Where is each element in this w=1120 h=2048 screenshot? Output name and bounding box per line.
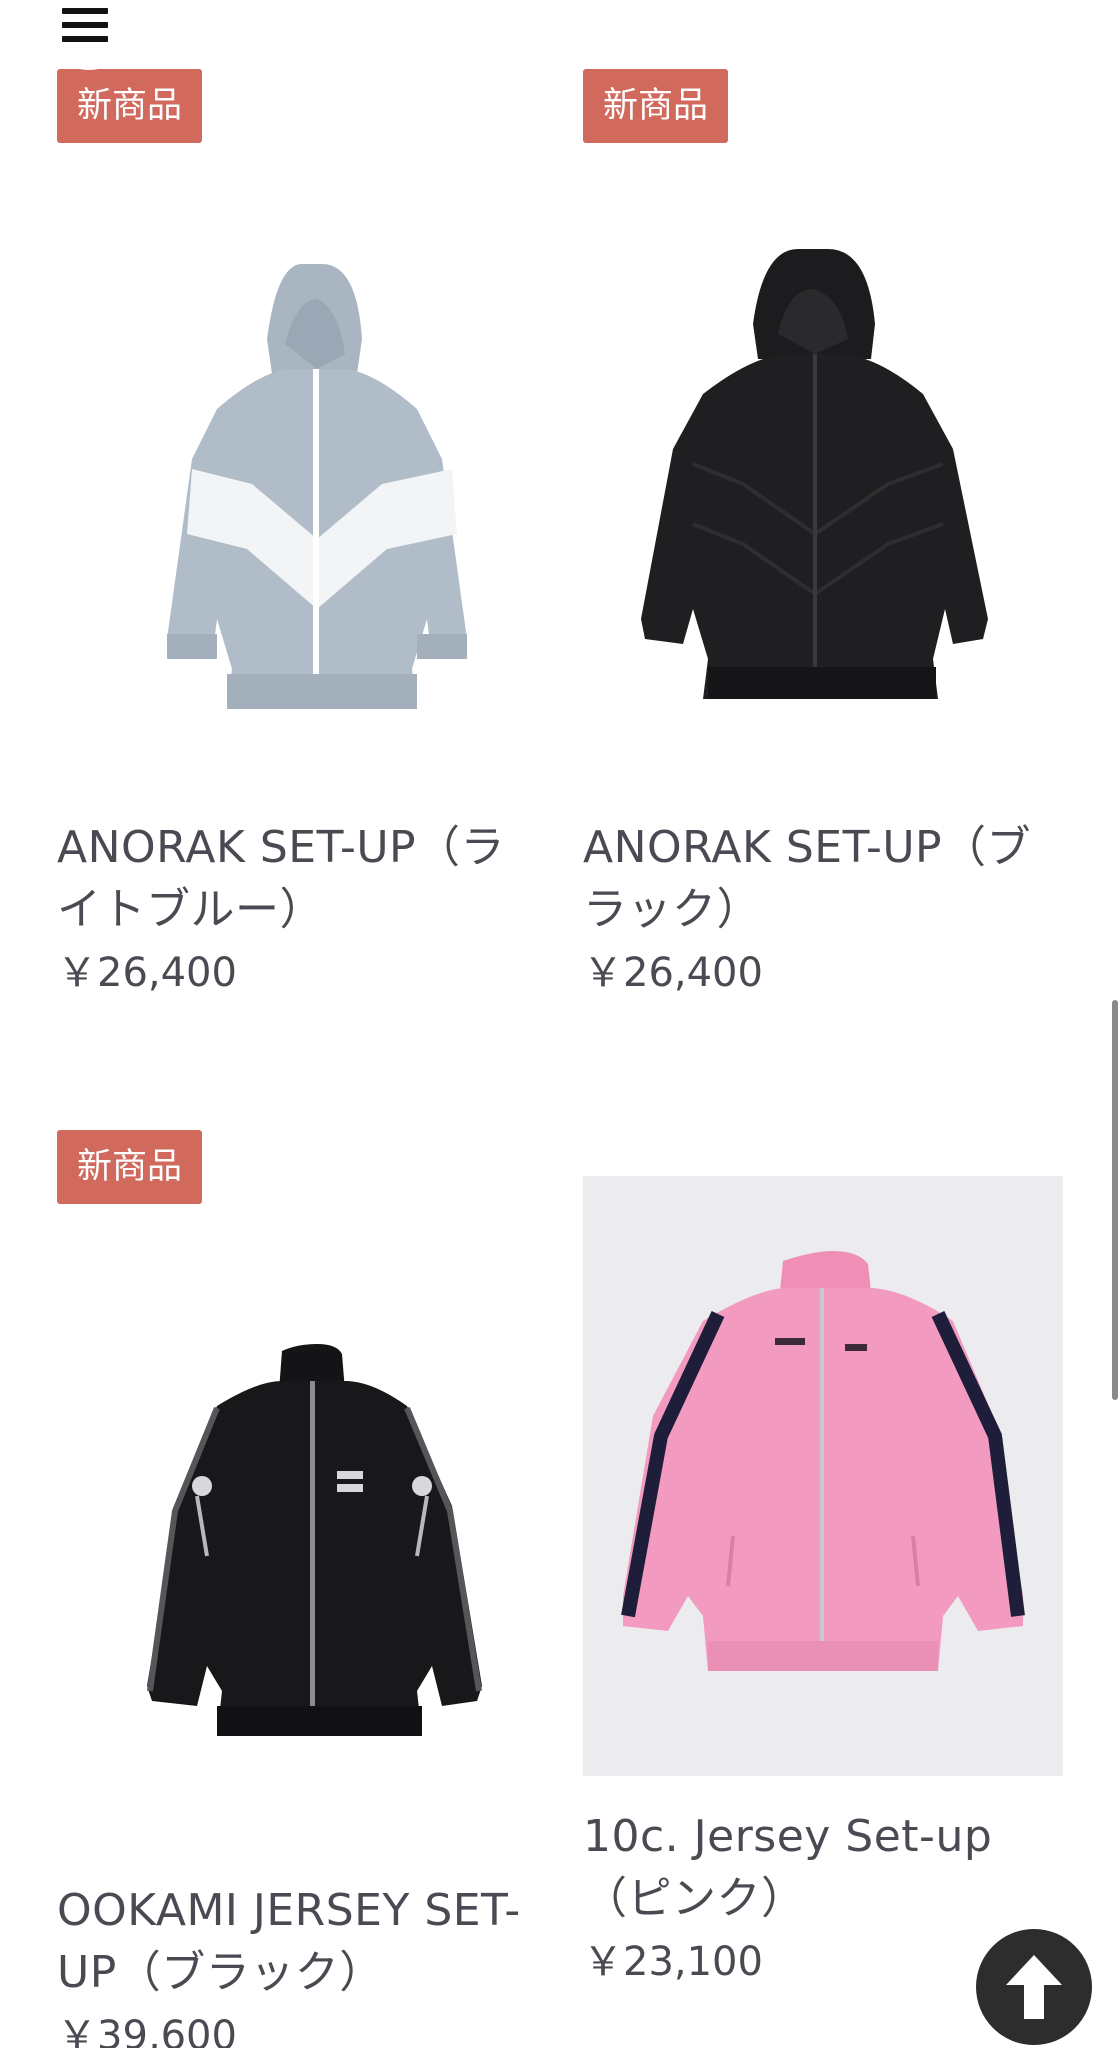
new-badge: 新商品 (57, 69, 203, 143)
new-badge: 新商品 (583, 69, 729, 143)
product-image[interactable] (583, 1176, 1063, 1776)
product-image[interactable] (57, 1176, 537, 1776)
back-to-top-button[interactable] (976, 1929, 1092, 2045)
product-card[interactable]: 新商品 OOKAMI JERSEY SET-UP（ブラック） ￥39,600 (57, 1130, 537, 2048)
product-name[interactable]: OOKAMI JERSEY SET-UP（ブラック） (57, 1880, 537, 2004)
product-price: ￥26,400 (57, 950, 237, 996)
product-card[interactable]: 10c. Jersey Set-up（ピンク） ￥23,100 (583, 1130, 1063, 2030)
arrow-up-icon (1006, 1955, 1062, 2019)
pink-jersey-jacket-image (583, 1176, 1063, 1776)
product-name[interactable]: ANORAK SET-UP（ライトブルー） (57, 817, 537, 941)
black-anorak-jacket-image (583, 139, 1063, 739)
product-price: ￥23,100 (583, 1939, 763, 1985)
product-image[interactable] (57, 139, 537, 739)
product-price: ￥39,600 (57, 2013, 237, 2048)
hamburger-menu-icon (62, 8, 108, 14)
product-image[interactable] (583, 139, 1063, 739)
product-card[interactable]: 新商品 ANORAK SET-UP（ライトブルー） ￥26,400 (57, 69, 537, 1009)
product-name[interactable]: 10c. Jersey Set-up（ピンク） (583, 1806, 1063, 1930)
new-badge: 新商品 (57, 1130, 203, 1204)
product-name[interactable]: ANORAK SET-UP（ブラック） (583, 817, 1063, 941)
hamburger-bar (62, 22, 108, 28)
light-blue-anorak-jacket-image (57, 139, 537, 739)
menu-button[interactable] (44, 0, 134, 70)
hamburger-bar (62, 36, 108, 42)
black-jersey-jacket-image (57, 1176, 537, 1776)
scrollbar[interactable] (1112, 1000, 1118, 1400)
product-price: ￥26,400 (583, 950, 763, 996)
product-card[interactable]: 新商品 ANORAK SET-UP（ブラック） ￥26,400 (583, 69, 1063, 1009)
